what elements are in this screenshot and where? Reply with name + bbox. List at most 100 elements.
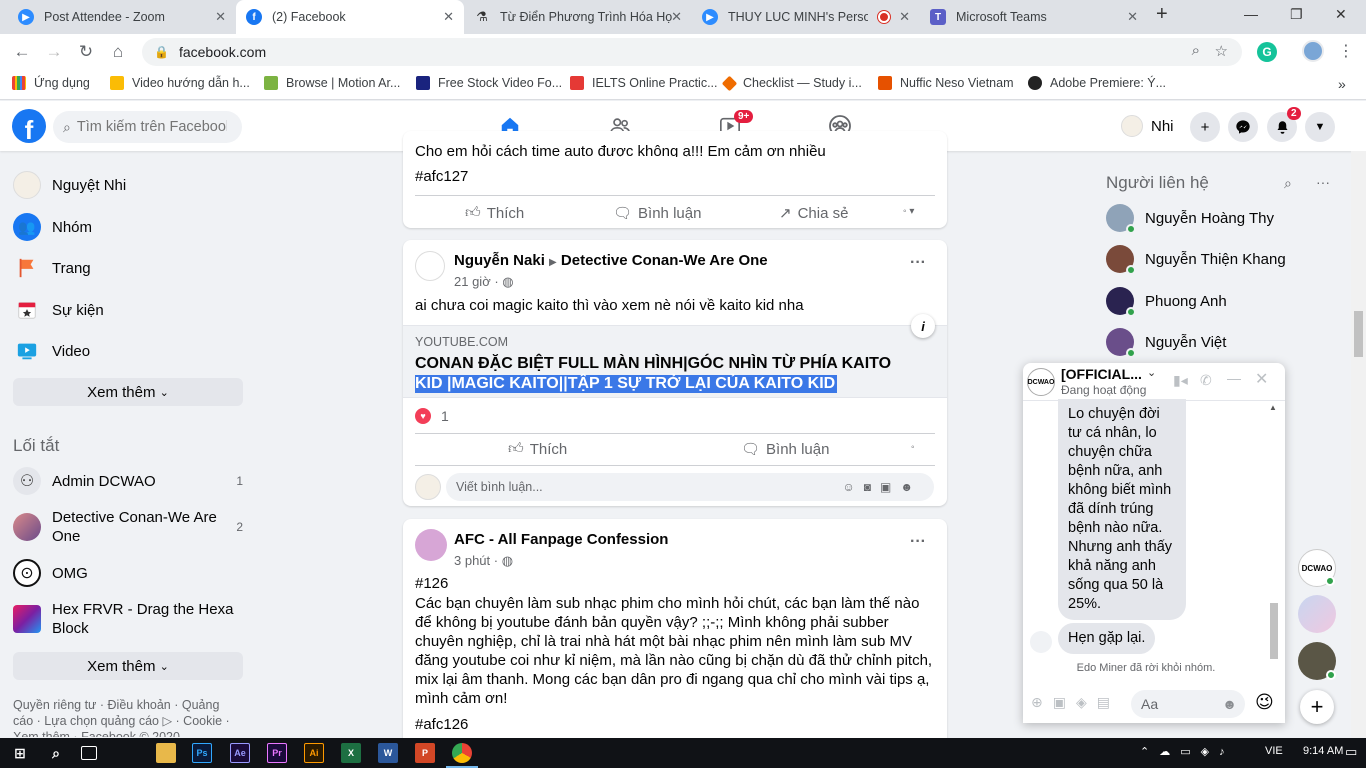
contacts-options-icon[interactable]: ···	[1316, 174, 1330, 190]
scroll-up-icon[interactable]: ▲	[1269, 403, 1277, 412]
new-message-button[interactable]: +	[1300, 690, 1334, 724]
share-button[interactable]: ↗ Chia sẻ	[779, 204, 848, 223]
group-name[interactable]: Detective Conan-We Are One	[561, 252, 768, 269]
chat-scrollbar[interactable]: ▲	[1269, 403, 1279, 667]
minimize-chat-icon[interactable]: —	[1227, 370, 1241, 386]
like-button[interactable]: 👍︎ Thích	[465, 204, 524, 222]
tab-dictionary[interactable]: ⚗ Từ Điển Phương Trình Hóa Họ ✕	[464, 0, 692, 34]
chat-head[interactable]	[1298, 642, 1336, 680]
see-more-shortcuts-button[interactable]: Xem thêm ⌄	[13, 652, 243, 680]
sidebar-item-pages[interactable]: Trang	[13, 254, 91, 282]
fb-search-box[interactable]: ⌕	[53, 111, 242, 143]
bookmark-item[interactable]: Nuffic Neso Vietnam	[878, 76, 1013, 90]
notification-center-icon[interactable]: ▭	[1345, 744, 1357, 760]
audience-selector[interactable]: ◦	[911, 442, 915, 453]
chat-head[interactable]	[1298, 595, 1336, 633]
bookmark-apps[interactable]: Ứng dụng	[12, 76, 90, 90]
author-name[interactable]: AFC - All Fanpage Confession	[454, 531, 668, 548]
chat-head[interactable]: DCWAO	[1298, 549, 1336, 587]
more-options-icon[interactable]: ···	[910, 533, 926, 551]
chrome-menu-icon[interactable]: ⋮	[1338, 41, 1354, 61]
scrollbar-thumb[interactable]	[1270, 603, 1278, 659]
author-name[interactable]: Nguyễn Naki	[454, 252, 545, 269]
chat-header[interactable]: DCWAO [OFFICIAL... ⌄ Đang hoạt động ▮◂ ✆…	[1023, 363, 1285, 401]
audience-selector[interactable]: ◦ ▾	[903, 206, 914, 217]
comment-button[interactable]: 🗨︎ Bình luận	[613, 204, 701, 223]
close-window-button[interactable]: ✕	[1335, 6, 1347, 23]
close-icon[interactable]: ✕	[899, 9, 910, 25]
emoji-icon[interactable]: ☻	[1222, 696, 1237, 712]
task-view-icon[interactable]	[81, 746, 97, 760]
tab-zoom-personal[interactable]: ▶ THUY LUC MINH's Persona ✕	[692, 0, 920, 34]
language-indicator[interactable]: VIE	[1265, 745, 1283, 757]
bookmark-item[interactable]: IELTS Online Practic...	[570, 76, 718, 90]
like-button[interactable]: 👍︎ Thích	[508, 440, 567, 458]
search-contacts-icon[interactable]: ⌕	[1284, 175, 1292, 192]
shortcut-item[interactable]: Hex FRVR - Drag the Hexa Block	[13, 600, 242, 638]
message-input[interactable]: Aa ☻	[1131, 690, 1245, 718]
contact-item[interactable]: Phuong Anh	[1106, 287, 1227, 317]
scrollbar-thumb[interactable]	[1354, 311, 1363, 357]
system-tray-icons[interactable]: ⌃☁▭◈♪	[1140, 745, 1235, 758]
search-input[interactable]	[76, 119, 227, 135]
post-time[interactable]: 3 phút	[454, 553, 490, 568]
bookmark-item[interactable]: Checklist — Study i...	[721, 75, 862, 91]
new-tab-button[interactable]: +	[1156, 3, 1168, 26]
contact-item[interactable]: Nguyễn Thiện Khang	[1106, 245, 1286, 275]
post-time[interactable]: 21 giờ	[454, 274, 491, 289]
account-menu-button[interactable]: ▼	[1305, 112, 1335, 142]
premiere-icon[interactable]: Pr	[267, 743, 287, 763]
reaction-summary[interactable]: ♥ 1	[415, 408, 449, 424]
bookmarks-overflow-button[interactable]: »	[1338, 76, 1346, 92]
facebook-logo[interactable]: f	[12, 109, 46, 143]
phone-icon[interactable]: ✆	[1200, 372, 1212, 389]
like-emoji-icon[interactable]: 😉	[1255, 692, 1274, 713]
close-icon[interactable]: ✕	[443, 9, 454, 25]
close-icon[interactable]: ✕	[671, 9, 682, 25]
more-options-icon[interactable]: ···	[910, 254, 926, 272]
minimize-button[interactable]: —	[1244, 6, 1258, 22]
video-call-icon[interactable]: ▮◂	[1173, 372, 1188, 389]
back-button[interactable]: ←	[10, 40, 34, 64]
bookmark-item[interactable]: Adobe Premiere: Ý...	[1028, 76, 1166, 90]
bookmark-item[interactable]: Free Stock Video Fo...	[416, 76, 562, 90]
comment-tools[interactable]: ☺◙▣☻	[843, 480, 922, 494]
close-chat-icon[interactable]: ✕	[1255, 369, 1268, 389]
after-effects-icon[interactable]: Ae	[230, 743, 250, 763]
powerpoint-icon[interactable]: P	[415, 743, 435, 763]
grammarly-icon[interactable]: G	[1257, 42, 1277, 62]
link-preview[interactable]: YOUTUBE.COM CONAN ĐẶC BIỆT FULL MÀN HÌNH…	[403, 314, 947, 398]
shortcut-item[interactable]: ⊙ OMG	[13, 559, 88, 587]
footer-links[interactable]: Quyền riêng tư · Điều khoản · Quảng cáo …	[13, 697, 238, 737]
close-icon[interactable]: ✕	[215, 9, 226, 25]
sidebar-item-events[interactable]: Sự kiện	[13, 296, 104, 324]
tab-teams[interactable]: T Microsoft Teams ✕	[920, 0, 1148, 34]
comment-input[interactable]: Viết bình luận... ☺◙▣☻	[446, 473, 934, 501]
tab-facebook[interactable]: f (2) Facebook ✕	[236, 0, 464, 34]
excel-icon[interactable]: X	[341, 743, 361, 763]
close-icon[interactable]: ✕	[1127, 9, 1138, 25]
bookmark-item[interactable]: Video hướng dẫn h...	[110, 76, 250, 90]
search-icon[interactable]: ⌕	[46, 743, 66, 763]
messenger-button[interactable]	[1228, 112, 1258, 142]
illustrator-icon[interactable]: Ai	[304, 743, 324, 763]
shortcut-item[interactable]: ⚇ Admin DCWAO 1	[13, 467, 243, 495]
page-scrollbar[interactable]	[1351, 151, 1366, 738]
create-button[interactable]: +	[1190, 112, 1220, 142]
word-icon[interactable]: W	[378, 743, 398, 763]
chat-tools[interactable]: ⊕▣◈▤	[1031, 694, 1120, 711]
sidebar-item-video[interactable]: Video	[13, 337, 90, 365]
contact-item[interactable]: Nguyễn Việt	[1106, 328, 1226, 358]
chevron-down-icon[interactable]: ⌄	[1147, 366, 1156, 379]
home-button[interactable]: ⌂	[106, 40, 130, 64]
profile-avatar[interactable]	[1302, 40, 1324, 62]
reload-button[interactable]: ↻	[74, 40, 98, 64]
post-hashtag[interactable]: #afc127	[415, 168, 468, 185]
info-icon[interactable]: i	[911, 314, 935, 338]
profile-shortcut[interactable]: Nhi	[1121, 115, 1174, 137]
sidebar-item-groups[interactable]: 👥 Nhóm	[13, 213, 92, 241]
maximize-button[interactable]: ❐	[1290, 6, 1303, 23]
author-avatar[interactable]	[415, 251, 445, 281]
tab-zoom[interactable]: ▶ Post Attendee - Zoom ✕	[8, 0, 236, 34]
clock[interactable]: 9:14 AM	[1303, 745, 1343, 757]
